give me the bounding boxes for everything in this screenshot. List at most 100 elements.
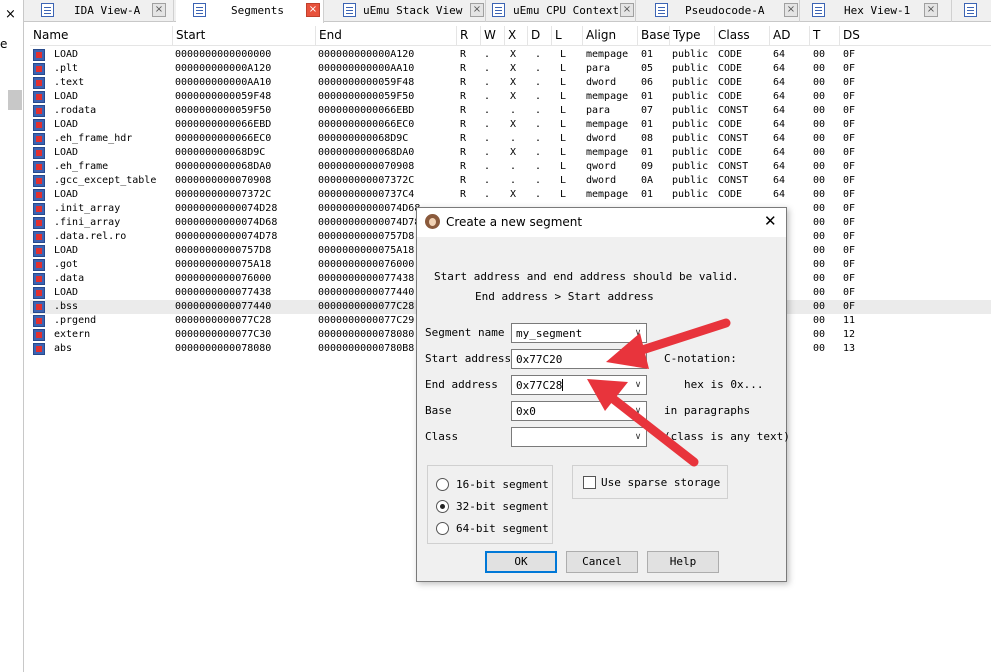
cell-ds: 0F (843, 63, 856, 74)
col-type[interactable]: Type (670, 26, 715, 46)
cell-d: . (535, 147, 542, 158)
col-align[interactable]: Align (583, 26, 638, 46)
col-t[interactable]: T (810, 26, 840, 46)
col-class[interactable]: Class (715, 26, 770, 46)
cell-w: . (484, 49, 491, 60)
cell-ds: 0F (843, 175, 856, 186)
col-ad[interactable]: AD (770, 26, 810, 46)
tab-close-icon[interactable]: × (306, 3, 320, 17)
cell-base: 01 (641, 91, 654, 102)
cell-end: 0000000000059F48 (318, 77, 415, 88)
cell-l: L (560, 105, 567, 116)
tab-close-icon[interactable]: × (784, 3, 798, 17)
cell-type: public (672, 189, 709, 200)
segment-icon (33, 203, 45, 215)
ida-avatar-icon (425, 214, 440, 229)
table-row[interactable]: LOAD 0000000000000000 000000000000A120 R. X.… (30, 48, 991, 62)
chevron-down-icon[interactable]: ∨ (632, 404, 644, 418)
base-combobox[interactable]: 0x0 ∨ (511, 401, 647, 421)
col-r[interactable]: R (457, 26, 481, 46)
tab-uemu-stack-view[interactable]: uEmu Stack View × (326, 0, 486, 22)
cell-end: 0000000000077438 (318, 273, 415, 284)
radio-64-bit-label[interactable]: 64-bit segment (456, 522, 549, 535)
table-row[interactable]: .eh_frame_hdr 0000000000066EC0 00000000006… (30, 132, 991, 146)
col-start[interactable]: Start (173, 26, 316, 46)
cell-ad: 64 (773, 63, 786, 74)
cell-t: 00 (813, 315, 826, 326)
cell-ad: 64 (773, 147, 786, 158)
hex-hint: hex is 0x... (684, 378, 764, 391)
close-icon[interactable]: × (5, 7, 16, 22)
radio-32-bit-label[interactable]: 32-bit segment (456, 500, 549, 513)
tab-uemu-cpu-context[interactable]: uEmu CPU Context × (488, 0, 636, 22)
col-w[interactable]: W (481, 26, 505, 46)
cell-name: .bss (54, 301, 79, 312)
col-name[interactable]: Name (30, 26, 173, 46)
table-row[interactable]: LOAD 0000000000059F48 0000000000059F50 R. X.… (30, 90, 991, 104)
cell-start: 0000000000066EBD (175, 119, 272, 130)
cell-type: public (672, 105, 709, 116)
radio-16-bit[interactable] (436, 478, 449, 491)
segments-table-header: Name Start End R W X D L Align Base Type… (30, 26, 991, 46)
end-address-combobox[interactable]: 0x77C28 ∨ (511, 375, 647, 395)
col-end[interactable]: End (316, 26, 457, 46)
cell-t: 00 (813, 231, 826, 242)
tab-pseudocode-a[interactable]: Pseudocode-A × (638, 0, 800, 22)
tab-close-icon[interactable]: × (924, 3, 938, 17)
create-segment-dialog: Create a new segment ✕ Start address and… (416, 207, 790, 582)
ok-button[interactable]: OK (485, 551, 557, 573)
scrollbar-thumb[interactable] (8, 90, 22, 110)
cell-base: 01 (641, 119, 654, 130)
radio-32-bit[interactable] (436, 500, 449, 513)
segment-icon (33, 63, 45, 75)
table-row[interactable]: .gcc_except_table 0000000000070908 0000000… (30, 174, 991, 188)
text-caret (562, 379, 564, 391)
radio-16-bit-label[interactable]: 16-bit segment (456, 478, 549, 491)
table-row[interactable]: .text 000000000000AA10 0000000000059F48 R. X… (30, 76, 991, 90)
cell-start: 0000000000077C30 (175, 329, 272, 340)
tab-close-icon[interactable]: × (470, 3, 484, 17)
tab-close-icon[interactable]: × (620, 3, 634, 17)
chevron-down-icon[interactable]: ∨ (632, 326, 644, 340)
cell-base: 01 (641, 189, 654, 200)
radio-64-bit[interactable] (436, 522, 449, 535)
col-base[interactable]: Base (638, 26, 670, 46)
tab-more[interactable] (954, 0, 991, 22)
table-row[interactable]: .eh_frame 0000000000068DA0 000000000007090… (30, 160, 991, 174)
cell-t: 00 (813, 287, 826, 298)
table-row[interactable]: LOAD 0000000000066EBD 0000000000066EC0 R. X.… (30, 118, 991, 132)
left-panel-strip: × e (0, 0, 24, 672)
cancel-button[interactable]: Cancel (566, 551, 638, 573)
cell-name: .prgend (54, 315, 97, 326)
cell-end: 0000000000077C28 (318, 301, 415, 312)
cell-end: 0000000000075A18 (318, 245, 415, 256)
cell-type: public (672, 147, 709, 158)
col-d[interactable]: D (528, 26, 552, 46)
cell-name: .plt (54, 63, 79, 74)
tab-hex-view-1[interactable]: Hex View-1 × (802, 0, 952, 22)
help-button[interactable]: Help (647, 551, 719, 573)
cell-base: 06 (641, 77, 654, 88)
start-address-input[interactable]: 0x77C20 (511, 349, 647, 369)
table-row[interactable]: LOAD 000000000068D9C 0000000000068DA0 R. X. L… (30, 146, 991, 160)
tab-close-icon[interactable]: × (152, 3, 166, 17)
sparse-storage-label[interactable]: Use sparse storage (601, 476, 720, 489)
table-row[interactable]: .rodata 0000000000059F50 0000000000066EBD R… (30, 104, 991, 118)
table-row[interactable]: LOAD 000000000007372C 00000000000737C4 R. X.… (30, 188, 991, 202)
cell-start: 000000000000AA10 (175, 77, 272, 88)
dialog-close-icon[interactable]: ✕ (764, 212, 777, 230)
tab-segments[interactable]: Segments × (176, 0, 324, 23)
segment-icon (33, 273, 45, 285)
segment-name-combobox[interactable]: my_segment ∨ (511, 323, 647, 343)
segment-icon (33, 245, 45, 257)
col-l[interactable]: L (552, 26, 583, 46)
base-value: 0x0 (516, 405, 536, 418)
col-x[interactable]: X (505, 26, 528, 46)
table-row[interactable]: .plt 000000000000A120 000000000000AA10 R. X.… (30, 62, 991, 76)
class-combobox[interactable]: ∨ (511, 427, 647, 447)
col-ds[interactable]: DS (840, 26, 880, 46)
tab-ida-view-a[interactable]: IDA View-A × (24, 0, 174, 22)
chevron-down-icon[interactable]: ∨ (632, 378, 644, 392)
chevron-down-icon[interactable]: ∨ (632, 430, 644, 444)
sparse-storage-checkbox[interactable] (583, 476, 596, 489)
